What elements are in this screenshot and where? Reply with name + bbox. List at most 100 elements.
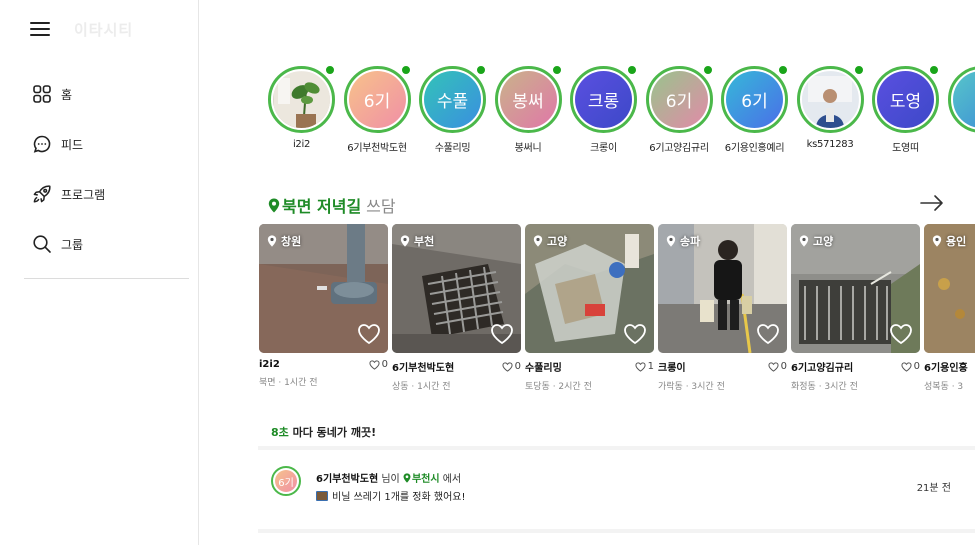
heart-icon[interactable]: [490, 323, 514, 345]
post-photo[interactable]: 고양: [791, 224, 920, 353]
location-pin-icon: [666, 235, 676, 247]
post-card-info: i2i2 0: [259, 359, 388, 370]
avatar: [952, 71, 975, 128]
avatar: 크롱: [575, 71, 632, 128]
activity-action: 비닐 쓰레기 1개를 정화 했어요!: [332, 492, 466, 503]
post-location: 송파: [666, 233, 700, 249]
story-avatar-ring: 6기: [645, 66, 713, 133]
section-title-place: 북면 저녁길: [282, 197, 362, 216]
post-meta: 성복동 · 3: [924, 382, 964, 392]
heart-icon[interactable]: [889, 323, 913, 345]
trash-bag-icon: [316, 490, 328, 501]
heart-outline-icon: [768, 361, 779, 372]
like-count: 0: [502, 361, 521, 372]
chat-bubble-icon: [32, 134, 52, 154]
story-name: 도영띠: [892, 143, 919, 154]
section-title: 북면 저녁길 쓰담: [268, 193, 396, 217]
story-item[interactable]: ks571283: [796, 66, 864, 158]
post-card[interactable]: 창원 i2i2 0 북면 · 1시간 전: [259, 224, 388, 394]
avatar-text: 도영: [889, 92, 922, 112]
avatar-text: 6기: [665, 92, 693, 112]
post-card[interactable]: 송파 크롱이 0 가락동 · 3시간 전: [658, 224, 787, 394]
online-indicator: [853, 66, 864, 75]
like-count-value: 0: [514, 361, 521, 372]
online-indicator: [929, 66, 939, 75]
online-indicator: [551, 66, 562, 75]
hamburger-menu-icon[interactable]: [30, 22, 50, 38]
activity-detail: 비닐 쓰레기 1개를 정화 했어요!: [316, 488, 466, 503]
sidebar-item-program[interactable]: 프로그램: [32, 182, 192, 206]
story-item[interactable]: 수풀 수풀리밍: [419, 66, 486, 158]
story-item[interactable]: [947, 66, 975, 158]
post-photo[interactable]: 창원: [259, 224, 388, 353]
story-avatar-ring: 6기: [343, 66, 411, 133]
story-item[interactable]: 크롱 크롱이: [570, 66, 637, 158]
story-item[interactable]: 6기 6기고양김규리: [645, 66, 713, 158]
like-count-value: 0: [780, 361, 787, 372]
post-photo[interactable]: 부천: [392, 224, 521, 353]
heart-icon[interactable]: [357, 323, 381, 345]
post-author[interactable]: 6기고양김규리: [791, 359, 853, 374]
story-item[interactable]: i2i2: [268, 66, 335, 158]
post-card-info: 6기부천박도현 0: [392, 359, 521, 374]
like-count: 0: [768, 361, 787, 372]
sidebar-item-home[interactable]: 홈: [32, 82, 192, 106]
post-card[interactable]: 고양 6기고양김규리 0 화정동 · 3시간 전: [791, 224, 920, 394]
post-card-info: 수풀리밍 1: [525, 359, 654, 374]
arrow-right-icon[interactable]: [920, 194, 944, 212]
post-author[interactable]: 6기부천박도현: [392, 359, 454, 374]
post-location-text: 부천: [414, 235, 435, 248]
story-item[interactable]: 6기 6기부천박도현: [343, 66, 411, 158]
app-logo[interactable]: 이타시티: [74, 19, 133, 40]
story-avatar-ring: 도영: [872, 66, 939, 133]
activity-place: 부천시: [403, 470, 440, 485]
post-location: 용인: [932, 233, 966, 249]
story-avatar-ring: 봉써: [494, 66, 562, 133]
post-meta: 가락동 · 3시간 전: [658, 382, 725, 392]
post-author[interactable]: i2i2: [259, 359, 280, 370]
story-avatar-ring: [947, 66, 975, 133]
post-photo[interactable]: 고양: [525, 224, 654, 353]
post-location-text: 창원: [281, 235, 302, 248]
avatar: [801, 71, 859, 128]
avatar: 봉써: [499, 71, 557, 128]
post-author[interactable]: 6기용인홍: [924, 359, 968, 374]
heart-icon[interactable]: [623, 323, 647, 345]
avatar-text: 크롱: [587, 92, 620, 112]
story-name: i2i2: [292, 139, 311, 150]
post-photo[interactable]: 송파: [658, 224, 787, 353]
post-author[interactable]: 수풀리밍: [525, 359, 562, 374]
post-card[interactable]: 고양 수풀리밍 1 토당동 · 2시간 전: [525, 224, 654, 394]
story-avatar-ring: 6기: [721, 66, 788, 133]
story-list: i2i2 6기 6기부천박도현 수풀 수풀리밍 봉써 봉써니 크롱 크롱이 6기…: [268, 66, 975, 158]
activity-user[interactable]: 6기부천박도현: [316, 470, 378, 485]
heart-outline-icon: [502, 361, 513, 372]
story-item[interactable]: 도영 도영띠: [872, 66, 939, 158]
avatar-text: 수풀: [436, 92, 469, 112]
story-item[interactable]: 봉써 봉써니: [494, 66, 562, 158]
post-author[interactable]: 크롱이: [658, 359, 686, 374]
post-meta: 상동 · 1시간 전: [392, 382, 451, 392]
location-pin-icon: [932, 235, 942, 247]
sidebar-nav: 홈 피드 프로그램 그룹: [32, 82, 192, 282]
post-card[interactable]: 용인 6기용인홍 성복동 · 3: [924, 224, 975, 394]
sidebar-item-group[interactable]: 그룹: [32, 232, 192, 256]
location-pin-icon: [267, 235, 277, 247]
story-name: 6기고양김규리: [649, 143, 709, 154]
activity-feed-item[interactable]: 6기 6기부천박도현 님이 부천시 에서 비닐 쓰레기 1개를 정화 했어요! …: [271, 466, 961, 506]
avatar[interactable]: 6기: [271, 466, 301, 496]
sidebar-item-feed[interactable]: 피드: [32, 132, 192, 156]
sidebar-divider: [24, 278, 189, 279]
post-location-text: 용인: [946, 235, 967, 248]
post-meta: 토당동 · 2시간 전: [525, 382, 592, 392]
post-photo[interactable]: 용인: [924, 224, 975, 353]
story-name: 6기용인홍예리: [724, 143, 785, 154]
online-indicator: [778, 66, 788, 75]
avatar: 6기: [348, 71, 406, 128]
story-name: 수풀리밍: [434, 143, 471, 154]
story-item[interactable]: 6기 6기용인홍예리: [721, 66, 788, 158]
post-card[interactable]: 부천 6기부천박도현 0 상동 · 1시간 전: [392, 224, 521, 394]
avatar-text: 6기: [275, 470, 297, 492]
clean-stat-text: 마다 동네가 깨끗!: [288, 426, 377, 439]
heart-icon[interactable]: [756, 323, 780, 345]
